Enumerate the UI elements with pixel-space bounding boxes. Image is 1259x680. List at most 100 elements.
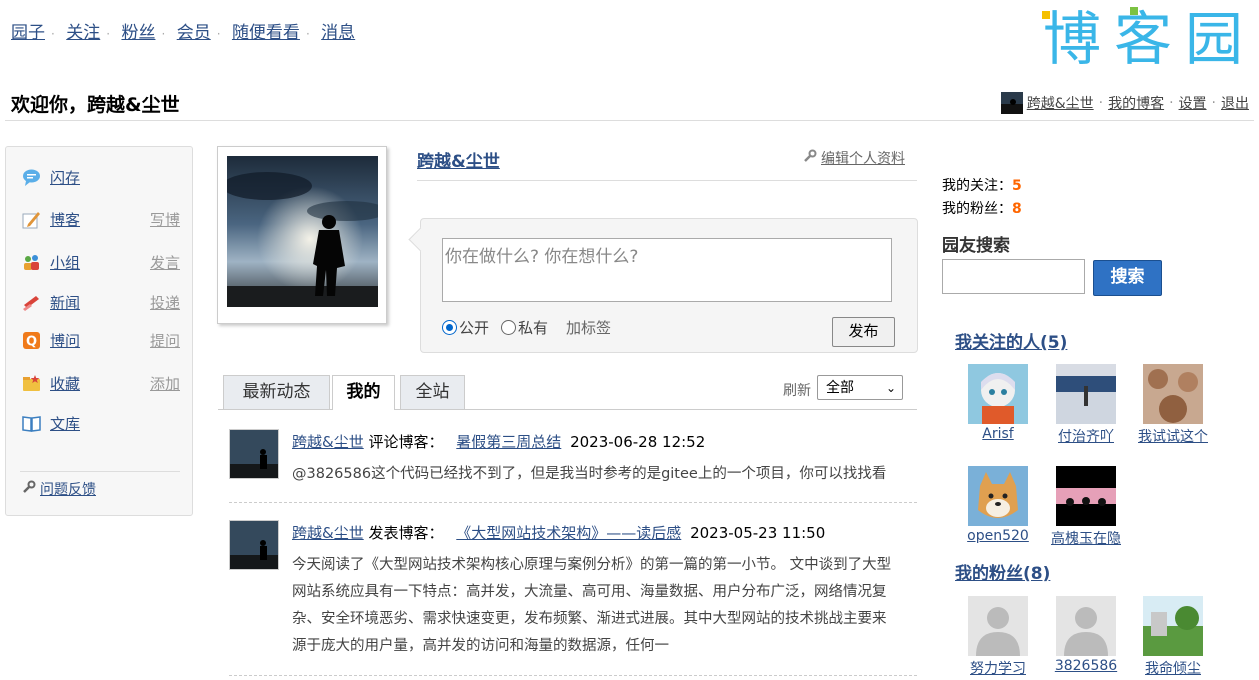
ask-question-link[interactable]: 提问 <box>150 330 180 351</box>
user-name[interactable]: 我试试这个 <box>1130 426 1216 446</box>
feed-title-link[interactable]: 《大型网站技术架构》——读后感 <box>456 524 681 542</box>
publish-button[interactable]: 发布 <box>832 317 895 347</box>
feed-user-link[interactable]: 跨越&尘世 <box>292 524 364 542</box>
user-name[interactable]: open520 <box>955 528 1041 544</box>
nav-messages[interactable]: 消息 <box>321 23 355 43</box>
welcome-title: 欢迎你，跨越&尘世 <box>11 94 180 116</box>
user-search-title: 园友搜索 <box>942 236 1010 256</box>
user-mini-avatar[interactable] <box>1000 92 1023 114</box>
nav-separator: · <box>216 27 221 41</box>
nav-fans[interactable]: 粉丝 <box>121 23 155 43</box>
feed-filter-select[interactable]: 全部 ⌄ <box>817 375 903 400</box>
follower-user[interactable]: 我命倾尘 <box>1130 596 1216 678</box>
sidebar-item-label[interactable]: 收藏 <box>50 373 80 394</box>
sidebar-item-group[interactable]: 小组 发言 <box>22 252 180 274</box>
following-user[interactable]: 付治齐吖 <box>1043 364 1129 446</box>
speech-bubble-icon <box>23 169 40 186</box>
feed-body-line: 今天阅读了《大型网站技术架构核心原理与案例分析》的第一篇的第一小节。 文中谈到了… <box>292 557 892 573</box>
tab-latest[interactable]: 最新动态 <box>223 375 330 409</box>
news-icon <box>23 296 39 311</box>
logout-link[interactable]: 退出 <box>1221 93 1249 113</box>
private-label[interactable]: 私有 <box>518 317 548 338</box>
feed-body-line: 网站系统应具有一下特点：高并发，大流量、高可用、海量数据、用户分布广泛，网络情况… <box>292 584 887 600</box>
book-icon <box>22 416 41 432</box>
settings-link[interactable]: 设置 <box>1179 93 1207 113</box>
sidebar-item-label[interactable]: 文库 <box>50 413 80 434</box>
user-bar: 跨越&尘世 · 我的博客 · 设置 · 退出 <box>1000 92 1249 114</box>
user-search-button[interactable]: 搜索 <box>1093 260 1162 296</box>
edit-profile-link[interactable]: 编辑个人资料 <box>803 148 905 168</box>
profile-avatar[interactable] <box>217 146 387 324</box>
sidebar-item-flash[interactable]: 闪存 <box>22 167 180 189</box>
following-user[interactable]: Arisf <box>955 364 1041 442</box>
post-composer: 你在做什么? 你在想什么? 公开 私有 加标签 发布 <box>408 218 918 353</box>
user-name-link[interactable]: 跨越&尘世 <box>1027 93 1094 113</box>
followers-count[interactable]: 8 <box>1012 201 1022 217</box>
sidebar-item-label[interactable]: 小组 <box>50 252 80 273</box>
add-favorite-link[interactable]: 添加 <box>150 373 180 394</box>
site-logo[interactable]: 博 客 园 <box>1040 3 1250 73</box>
sidebar-item-label[interactable]: 新闻 <box>50 292 80 313</box>
following-user[interactable]: 我试试这个 <box>1130 364 1216 446</box>
user-search-input[interactable] <box>942 259 1085 294</box>
nav-member[interactable]: 会员 <box>177 23 211 43</box>
svg-text:客: 客 <box>1114 5 1172 69</box>
feed-divider <box>229 502 917 503</box>
public-label[interactable]: 公开 <box>459 317 489 338</box>
public-radio[interactable] <box>442 320 457 335</box>
following-user[interactable]: 高槐玉在隐 <box>1043 466 1129 548</box>
feedback-link[interactable]: 问题反馈 <box>22 479 96 499</box>
feed-user-link[interactable]: 跨越&尘世 <box>292 433 364 451</box>
edit-profile-label[interactable]: 编辑个人资料 <box>821 151 905 167</box>
group-people-icon <box>24 255 39 270</box>
user-name[interactable]: 高槐玉在隐 <box>1043 528 1129 548</box>
post-in-group-link[interactable]: 发言 <box>150 252 180 273</box>
feed-body-line: 源于庞大的用户量，高并发的访问和海量的数据源，任何一 <box>292 638 669 654</box>
filter-value: 全部 <box>826 380 854 396</box>
write-blog-link[interactable]: 写博 <box>150 209 180 230</box>
feedback-label[interactable]: 问题反馈 <box>40 482 96 498</box>
private-radio[interactable] <box>501 320 517 335</box>
sidebar-item-label[interactable]: 闪存 <box>50 167 80 188</box>
nav-random[interactable]: 随便看看 <box>232 23 300 43</box>
tab-all-site[interactable]: 全站 <box>400 375 465 409</box>
user-name[interactable]: Arisf <box>955 426 1041 442</box>
my-blog-link[interactable]: 我的博客 <box>1108 93 1164 113</box>
follower-user[interactable]: 努力学习 <box>955 596 1041 678</box>
sidebar-item-news[interactable]: 新闻 投递 <box>22 292 180 314</box>
nav-follow[interactable]: 关注 <box>66 23 100 43</box>
sidebar-item-label[interactable]: 博问 <box>50 330 80 351</box>
default-avatar-icon <box>968 596 1028 656</box>
user-name[interactable]: 我命倾尘 <box>1130 658 1216 678</box>
followers-section-title[interactable]: 我的粉丝(8) <box>955 559 1050 584</box>
feed-avatar[interactable] <box>229 429 279 479</box>
following-user[interactable]: open520 <box>955 466 1041 544</box>
user-name[interactable]: 3826586 <box>1043 658 1129 674</box>
submit-news-link[interactable]: 投递 <box>150 292 180 313</box>
nav-yuanzi[interactable]: 园子 <box>11 23 45 43</box>
status-textarea[interactable]: 你在做什么? 你在想什么? <box>442 238 892 302</box>
wrench-icon <box>804 149 817 162</box>
feed-title-link[interactable]: 暑假第三周总结 <box>456 433 561 451</box>
user-avatar <box>1056 364 1116 424</box>
feed-item: 跨越&尘世 评论博客： 暑假第三周总结 2023-06-28 12:52 @38… <box>229 429 917 504</box>
sidebar-item-question[interactable]: Q 博问 提问 <box>22 330 180 352</box>
refresh-link[interactable]: 刷新 <box>783 380 811 400</box>
following-section-title[interactable]: 我关注的人(5) <box>955 328 1067 353</box>
sidebar-item-library[interactable]: 文库 <box>22 413 180 435</box>
user-name[interactable]: 努力学习 <box>955 658 1041 678</box>
profile-name[interactable]: 跨越&尘世 <box>417 147 500 172</box>
add-tag-link[interactable]: 加标签 <box>566 317 611 338</box>
sidebar-item-favorites[interactable]: 收藏 添加 <box>22 373 180 395</box>
feed-action: 发表博客： <box>368 524 444 542</box>
user-name[interactable]: 付治齐吖 <box>1043 426 1129 446</box>
following-count[interactable]: 5 <box>1012 178 1022 194</box>
feed-body-line: 杂、安全环境恶劣、需求快速变更，发布频繁、渐进式进展。其中大型网站的技术挑战主要… <box>292 611 887 627</box>
folder-star-icon <box>23 375 40 391</box>
feed-avatar[interactable] <box>229 520 279 570</box>
sidebar-item-label[interactable]: 博客 <box>50 209 80 230</box>
tab-mine[interactable]: 我的 <box>332 375 395 410</box>
svg-text:Q: Q <box>26 335 37 350</box>
sidebar-item-blog[interactable]: 博客 写博 <box>22 209 180 231</box>
follower-user[interactable]: 3826586 <box>1043 596 1129 674</box>
